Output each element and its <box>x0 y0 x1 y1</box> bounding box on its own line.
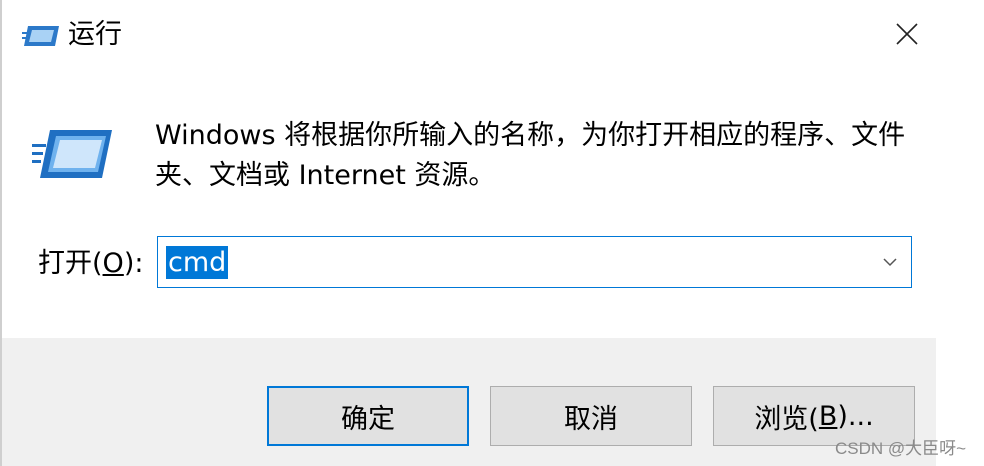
run-dialog: 运行 Windows 将根据你所输入的名称，为你打开相应的程序、文件夹、文档或 … <box>0 0 936 466</box>
description-text: Windows 将根据你所输入的名称，为你打开相应的程序、文件夹、文档或 Int… <box>155 120 906 191</box>
browse-label-suffix: )... <box>837 400 874 432</box>
window-title: 运行 <box>68 19 122 50</box>
open-label: 打开(O): <box>38 244 143 284</box>
run-large-icon <box>32 128 114 182</box>
watermark-text: CSDN @大臣呀~ <box>835 439 967 458</box>
cancel-button[interactable]: 取消 <box>490 386 692 446</box>
close-button[interactable] <box>882 14 932 58</box>
open-combobox[interactable]: cmd <box>157 236 912 288</box>
close-icon <box>895 22 919 50</box>
open-label-suffix: ): <box>123 248 144 279</box>
run-icon <box>22 24 60 48</box>
browse-label-prefix: 浏览( <box>754 403 819 435</box>
open-label-prefix: 打开( <box>38 248 103 279</box>
button-bar: 确定 取消 浏览(B)... <box>2 338 936 466</box>
chevron-down-icon[interactable] <box>881 254 899 270</box>
open-input[interactable]: cmd <box>166 246 229 279</box>
ok-button[interactable]: 确定 <box>267 386 469 446</box>
open-label-accesskey: O <box>102 248 124 279</box>
title-bar[interactable]: 运行 <box>2 0 938 70</box>
browse-label-accesskey: B <box>818 400 838 432</box>
